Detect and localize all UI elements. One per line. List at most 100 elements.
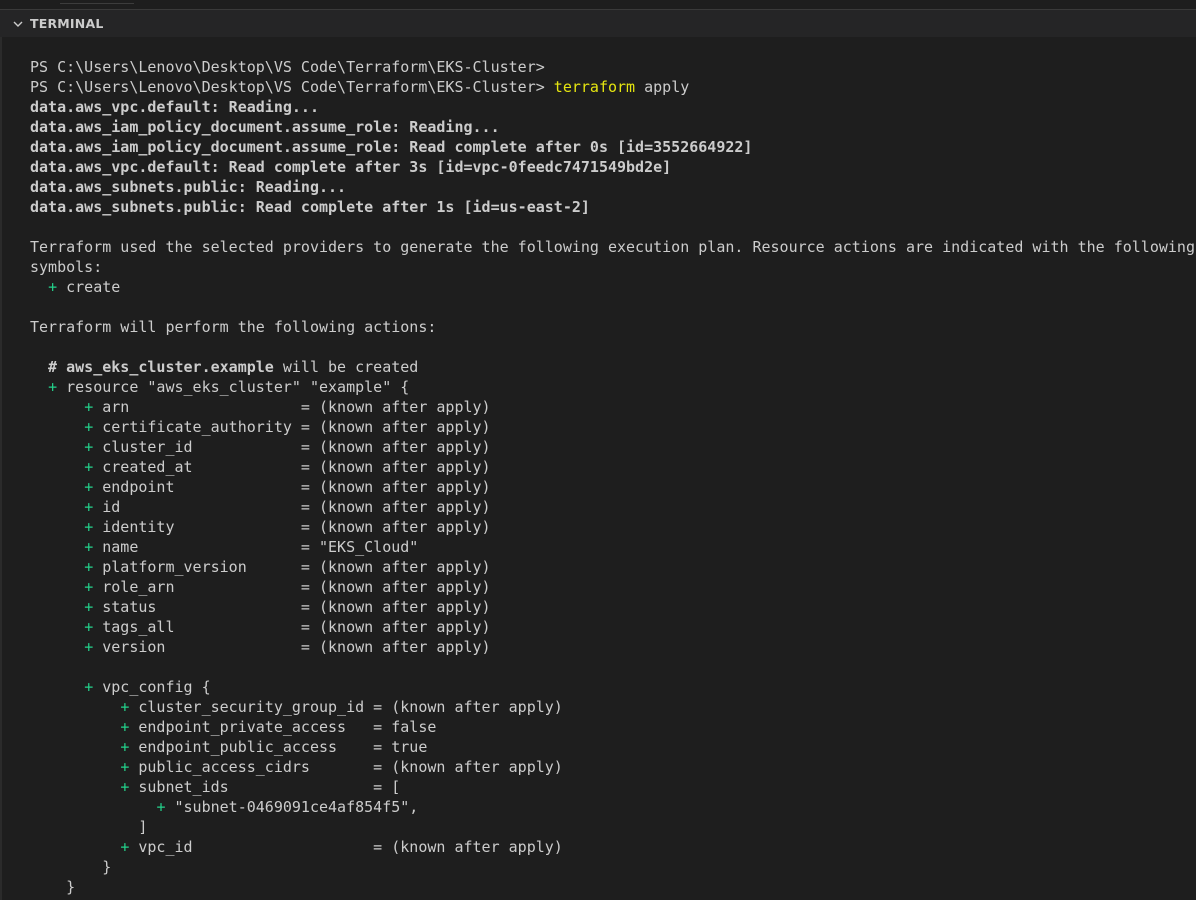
chevron-down-icon[interactable]	[11, 17, 25, 31]
line-text	[30, 638, 84, 656]
line-text: endpoint = (known after apply)	[93, 478, 491, 496]
terminal-line: + status = (known after apply)	[30, 597, 1196, 617]
line-text	[30, 578, 84, 596]
line-text: data.aws_subnets.public: Reading...	[30, 178, 347, 196]
plus-marker: +	[84, 418, 94, 436]
terminal-line: + created_at = (known after apply)	[30, 457, 1196, 477]
plus-marker: +	[84, 678, 94, 696]
terminal-line: data.aws_subnets.public: Read complete a…	[30, 197, 1196, 217]
line-text: platform_version = (known after apply)	[93, 558, 491, 576]
terminal-line: data.aws_iam_policy_document.assume_role…	[30, 117, 1196, 137]
line-text: arn = (known after apply)	[93, 398, 491, 416]
line-text	[30, 418, 84, 436]
terminal-line: data.aws_vpc.default: Reading...	[30, 97, 1196, 117]
plus-marker: +	[120, 718, 130, 736]
line-text: data.aws_subnets.public: Read complete a…	[30, 198, 590, 216]
line-text: resource "aws_eks_cluster" "example" {	[57, 378, 410, 396]
line-text: id = (known after apply)	[93, 498, 491, 516]
terminal-line: + version = (known after apply)	[30, 637, 1196, 657]
line-text: ]	[30, 818, 148, 836]
terminal-line: }	[30, 877, 1196, 897]
plus-marker: +	[84, 398, 94, 416]
line-text: }	[30, 878, 76, 896]
plus-marker: +	[48, 378, 58, 396]
line-text: endpoint_private_access = false	[129, 718, 437, 736]
line-text: data.aws_iam_policy_document.assume_role…	[30, 118, 500, 136]
line-text	[30, 678, 84, 696]
terminal-line: ]	[30, 817, 1196, 837]
line-text: will be created	[273, 358, 419, 376]
line-text: subnet_ids = [	[129, 778, 401, 796]
terminal-line: + create	[30, 277, 1196, 297]
command-text: terraform	[553, 78, 636, 96]
terminal-line: + endpoint_private_access = false	[30, 717, 1196, 737]
line-text: public_access_cidrs = (known after apply…	[129, 758, 563, 776]
panel-title: TERMINAL	[30, 16, 104, 31]
terminal-line: + arn = (known after apply)	[30, 397, 1196, 417]
editor-bottom-edge	[0, 0, 1196, 9]
line-text: vpc_id = (known after apply)	[129, 838, 563, 856]
line-text: }	[30, 858, 112, 876]
line-text: role_arn = (known after apply)	[93, 578, 491, 596]
terminal-line: + cluster_id = (known after apply)	[30, 437, 1196, 457]
line-text	[30, 278, 48, 296]
line-text: aws_eks_cluster.example	[66, 358, 274, 376]
line-text	[30, 378, 48, 396]
line-text	[30, 458, 84, 476]
line-text	[30, 738, 120, 756]
terminal-panel-header[interactable]: TERMINAL	[0, 9, 1196, 37]
terminal-line: Terraform used the selected providers to…	[30, 237, 1196, 257]
plus-marker: +	[84, 558, 94, 576]
line-text	[30, 438, 84, 456]
terminal-line: }	[30, 857, 1196, 877]
line-text: data.aws_iam_policy_document.assume_role…	[30, 138, 753, 156]
plus-marker: +	[48, 278, 58, 296]
line-text: PS C:\Users\Lenovo\Desktop\VS Code\Terra…	[30, 58, 545, 76]
terminal-line: + role_arn = (known after apply)	[30, 577, 1196, 597]
terminal-line: + platform_version = (known after apply)	[30, 557, 1196, 577]
line-text: Terraform used the selected providers to…	[30, 238, 1195, 256]
terminal-output[interactable]: PS C:\Users\Lenovo\Desktop\VS Code\Terra…	[30, 57, 1196, 900]
line-text: symbols:	[30, 258, 103, 276]
line-text: "subnet-0469091ce4af854f5",	[165, 798, 419, 816]
line-text: identity = (known after apply)	[93, 518, 491, 536]
tab-underline	[60, 3, 134, 4]
line-text: #	[30, 358, 67, 376]
plus-marker: +	[120, 778, 130, 796]
line-text: Terraform will perform the following act…	[30, 318, 437, 336]
terminal-line: # aws_eks_cluster.example will be create…	[30, 357, 1196, 377]
terminal-line: + cluster_security_group_id = (known aft…	[30, 697, 1196, 717]
plus-marker: +	[120, 698, 130, 716]
line-text: vpc_config {	[93, 678, 211, 696]
line-text: status = (known after apply)	[93, 598, 491, 616]
line-text: apply	[635, 78, 690, 96]
plus-marker: +	[84, 618, 94, 636]
plus-marker: +	[84, 518, 94, 536]
line-text	[30, 538, 84, 556]
terminal-line: + "subnet-0469091ce4af854f5",	[30, 797, 1196, 817]
line-text: endpoint_public_access = true	[129, 738, 428, 756]
plus-marker: +	[84, 538, 94, 556]
panel-left-border	[0, 9, 2, 900]
plus-marker: +	[84, 578, 94, 596]
line-text	[30, 478, 84, 496]
line-text	[30, 698, 120, 716]
line-text: tags_all = (known after apply)	[93, 618, 491, 636]
plus-marker: +	[84, 598, 94, 616]
plus-marker: +	[84, 478, 94, 496]
terminal-line: Terraform will perform the following act…	[30, 317, 1196, 337]
plus-marker: +	[120, 738, 130, 756]
line-text: cluster_security_group_id = (known after…	[129, 698, 563, 716]
plus-marker: +	[84, 638, 94, 656]
plus-marker: +	[84, 438, 94, 456]
plus-marker: +	[84, 498, 94, 516]
line-text: PS C:\Users\Lenovo\Desktop\VS Code\Terra…	[30, 78, 554, 96]
terminal-line: + identity = (known after apply)	[30, 517, 1196, 537]
terminal-line: + tags_all = (known after apply)	[30, 617, 1196, 637]
line-text	[30, 778, 120, 796]
line-text: certificate_authority = (known after app…	[93, 418, 491, 436]
line-text	[30, 598, 84, 616]
terminal-line: + endpoint_public_access = true	[30, 737, 1196, 757]
line-text: create	[57, 278, 121, 296]
